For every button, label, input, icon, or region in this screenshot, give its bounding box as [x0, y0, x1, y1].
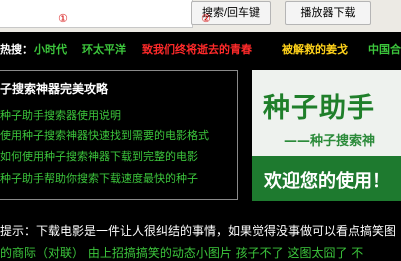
- player-download-button[interactable]: 播放器下载: [285, 1, 371, 25]
- banner: 种子助手 ——种子搜索神 欢迎您的使用！: [252, 70, 401, 201]
- step-marker-2: ②: [201, 12, 211, 25]
- banner-strip: 欢迎您的使用！: [252, 156, 401, 201]
- hot-link-3[interactable]: 被解救的姜戈: [282, 40, 348, 60]
- hot-link-1[interactable]: 环太平洋: [82, 40, 126, 60]
- banner-welcome: 欢迎您的使用！: [264, 171, 390, 192]
- hot-link-4[interactable]: 中国合: [368, 40, 401, 60]
- tip-text: 提示：下载电影是一件让人很纠结的事情，如果觉得没事做可以看点搞笑图: [0, 224, 397, 238]
- cut-off-links[interactable]: 的商际（对联） 由上招搞搞笑的动态小图片 孩子不了 这图太囧了 不: [0, 244, 363, 261]
- search-input[interactable]: [0, 0, 193, 28]
- guide-link-3[interactable]: 种子助手帮助你搜索下载速度最快的种子: [0, 172, 198, 186]
- guide-link-1[interactable]: 使用种子搜索神器快速找到需要的电影格式: [0, 129, 209, 143]
- player-download-label: 播放器下载: [300, 7, 356, 19]
- hot-search-row: 热搜： 小时代 环太平洋 致我们终将逝去的青春 被解救的姜戈 中国合: [0, 40, 401, 60]
- guide-title: 子搜索神器完美攻略: [0, 82, 109, 96]
- step-marker-1: ①: [58, 12, 68, 25]
- banner-subtitle: ——种子搜索神: [284, 134, 376, 149]
- hot-link-2[interactable]: 致我们终将逝去的青春: [142, 40, 252, 60]
- guide-link-0[interactable]: 种子助手搜索器使用说明: [0, 109, 121, 123]
- guide-link-2[interactable]: 如何使用种子搜索神器下载到完整的电影: [0, 150, 198, 164]
- banner-title: 种子助手: [263, 93, 375, 124]
- hot-link-0[interactable]: 小时代: [34, 40, 67, 60]
- hot-search-label: 热搜：: [0, 43, 33, 56]
